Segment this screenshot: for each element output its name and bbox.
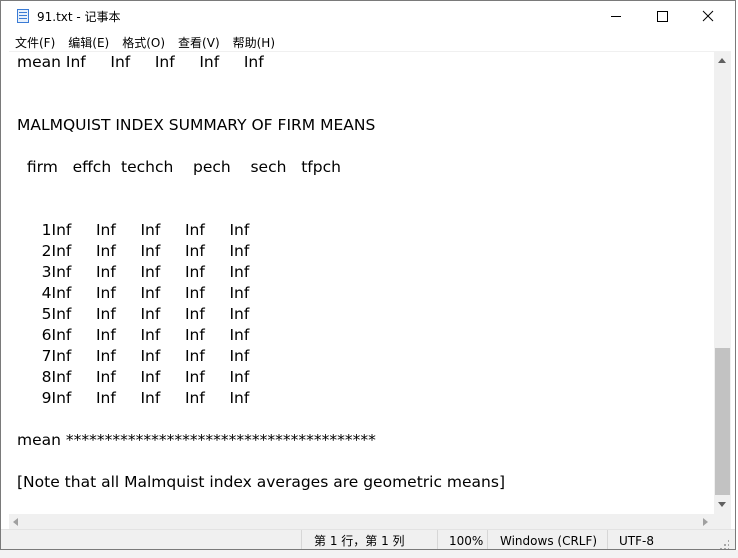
status-zoom: 100%: [437, 530, 487, 549]
status-line-ending: Windows (CRLF): [487, 530, 607, 549]
menu-bar: 文件(F) 编辑(E) 格式(O) 查看(V) 帮助(H): [1, 32, 735, 51]
title-bar[interactable]: 91.txt - 记事本: [1, 1, 735, 32]
scroll-left-icon[interactable]: [13, 518, 18, 526]
text-line: 9Inf Inf Inf Inf Inf: [17, 389, 250, 407]
minimize-button[interactable]: [593, 1, 639, 31]
text-line: 2Inf Inf Inf Inf Inf: [17, 242, 250, 260]
close-icon: [702, 10, 714, 22]
text-line: 3Inf Inf Inf Inf Inf: [17, 263, 250, 281]
scroll-right-icon[interactable]: [703, 518, 708, 526]
text-line: mean Inf Inf Inf Inf Inf: [17, 53, 264, 71]
window-title: 91.txt - 记事本: [37, 10, 121, 24]
text-line: MALMQUIST INDEX SUMMARY OF FIRM MEANS: [17, 116, 376, 134]
scroll-down-icon[interactable]: [718, 502, 726, 507]
editor-text[interactable]: mean Inf Inf Inf Inf Inf MALMQUIST INDEX…: [17, 52, 505, 493]
close-button[interactable]: [685, 1, 731, 31]
minimize-icon: [611, 15, 621, 17]
vertical-scrollbar[interactable]: [714, 51, 731, 514]
status-encoding: UTF-8: [607, 530, 731, 549]
menu-help[interactable]: 帮助(H): [226, 32, 281, 51]
menu-format[interactable]: 格式(O): [115, 32, 171, 51]
scroll-up-icon[interactable]: [718, 58, 726, 63]
text-editor[interactable]: mean Inf Inf Inf Inf Inf MALMQUIST INDEX…: [9, 51, 714, 515]
text-line: mean ***********************************…: [17, 431, 376, 449]
desktop-background: [0, 550, 738, 558]
maximize-icon: [656, 10, 668, 22]
text-line: 6Inf Inf Inf Inf Inf: [17, 326, 250, 344]
menu-edit[interactable]: 编辑(E): [61, 32, 115, 51]
text-line: [Note that all Malmquist index averages …: [17, 473, 505, 491]
text-line: 8Inf Inf Inf Inf Inf: [17, 368, 250, 386]
status-cursor-position: 第 1 行，第 1 列: [301, 530, 437, 549]
text-line: 1Inf Inf Inf Inf Inf: [17, 221, 250, 239]
horizontal-scrollbar[interactable]: [9, 514, 714, 529]
text-line: 7Inf Inf Inf Inf Inf: [17, 347, 250, 365]
text-line: firm effch techch pech sech tfpch: [17, 158, 341, 176]
maximize-button[interactable]: [639, 1, 685, 31]
text-line: 4Inf Inf Inf Inf Inf: [17, 284, 250, 302]
text-line: 5Inf Inf Inf Inf Inf: [17, 305, 250, 323]
scroll-corner: [714, 514, 731, 529]
notepad-icon: [17, 9, 29, 23]
vertical-scroll-thumb[interactable]: [715, 348, 730, 495]
status-bar: 第 1 行，第 1 列 100% Windows (CRLF) UTF-8: [1, 529, 735, 549]
notepad-window: 91.txt - 记事本 文件(F) 编辑(E) 格式(O) 查看(V) 帮助(…: [0, 0, 736, 550]
menu-view[interactable]: 查看(V): [171, 32, 226, 51]
menu-file[interactable]: 文件(F): [8, 32, 61, 51]
